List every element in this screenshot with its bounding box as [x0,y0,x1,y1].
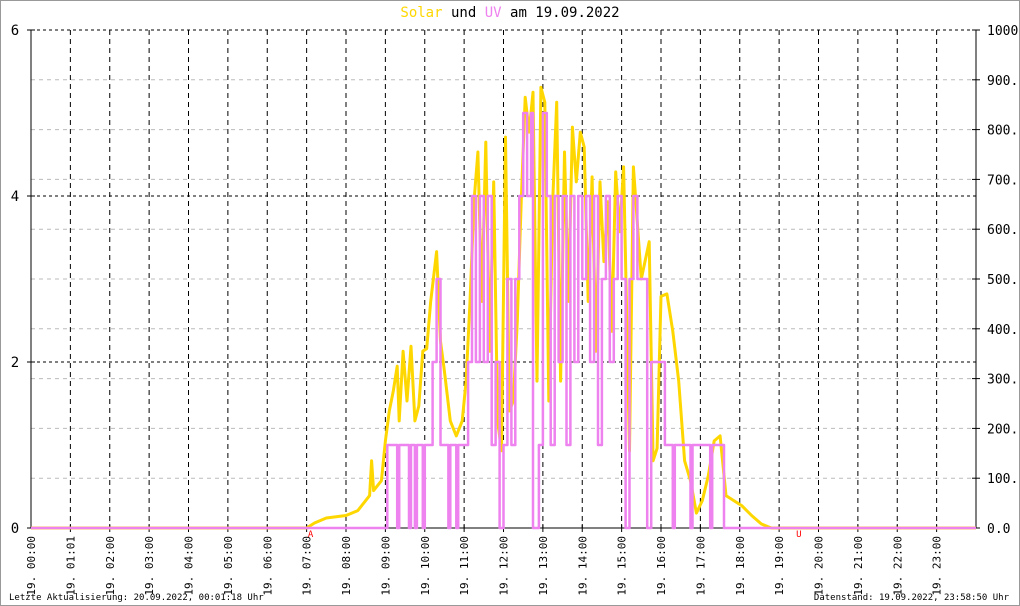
x-axis-tick-label: 19. 18:00 [734,536,747,596]
x-axis-tick-label: 19. 19:00 [773,536,786,596]
right-axis-tick-label: 100.0 [987,472,1019,487]
event-marker: A [308,530,314,540]
event-marker: U [796,530,801,540]
right-axis-tick-label: 200.0 [987,422,1019,437]
right-axis-tick-label: 900.0 [987,74,1019,89]
x-axis-tick-label: 19. 01:01 [64,536,77,596]
x-axis-tick-label: 19. 11:00 [458,536,471,596]
x-axis-tick-label: 19. 12:00 [498,536,511,596]
right-axis-tick-label: 400.0 [987,323,1019,338]
x-axis-tick-label: 19. 07:00 [301,536,314,596]
footer-data-status: Datenstand: 19.09.2022, 23:58:50 Uhr [813,593,1009,603]
x-axis-tick-label: 19. 00:00 [25,536,38,596]
x-axis-tick-label: 19. 21:00 [852,536,865,596]
x-axis-tick-label: 19. 15:00 [616,536,629,596]
x-axis-tick-label: 19. 06:00 [261,536,274,596]
right-axis-tick-label: 500.0 [987,273,1019,288]
right-axis-tick-label: 1000 [987,24,1018,39]
footer-last-update: Letzte Aktualisierung: 20.09.2022, 00:01… [9,593,264,603]
chart-container: Solar und UV am 19.09.2022 02460.0100.02… [0,0,1020,606]
x-axis-tick-label: 19. 02:00 [104,536,117,596]
x-axis-tick-label: 19. 20:00 [813,536,826,596]
x-axis-tick-label: 19. 22:00 [891,536,904,596]
chart-svg: 0 2 4 6 0.0 100.0 200.0 300.0 400.0 500.0 600.0 700… [11,23,1019,596]
right-axis-tick-label: 600.0 [987,223,1019,238]
x-axis-tick-label: 19. 23:00 [931,536,944,596]
x-axis-tick-label: 19. 10:00 [419,536,432,596]
x-axis-tick-label: 19. 09:00 [379,536,392,596]
left-axis-tick-label: 6 [11,23,19,39]
x-axis-tick-label: 19. 04:00 [183,536,196,596]
right-axis-tick-label: 800.0 [987,124,1019,139]
right-axis-tick-label: 0.0 [987,522,1010,537]
left-axis-tick-label: 2 [11,355,19,371]
x-axis-tick-label: 19. 03:00 [143,536,156,596]
right-axis-tick-label: 700.0 [987,173,1019,188]
left-axis-tick-label: 0 [11,521,19,537]
x-axis-tick-label: 19. 16:00 [655,536,668,596]
x-axis-tick-label: 19. 05:00 [222,536,235,596]
x-axis-tick-label: 19. 13:00 [537,536,550,596]
x-axis-tick-label: 19. 08:00 [340,536,353,596]
x-axis-tick-label: 19. 17:00 [694,536,707,596]
right-axis-tick-label: 300.0 [987,373,1019,388]
left-axis-tick-label: 4 [11,189,19,205]
x-axis-tick-label: 19. 14:00 [576,536,589,596]
